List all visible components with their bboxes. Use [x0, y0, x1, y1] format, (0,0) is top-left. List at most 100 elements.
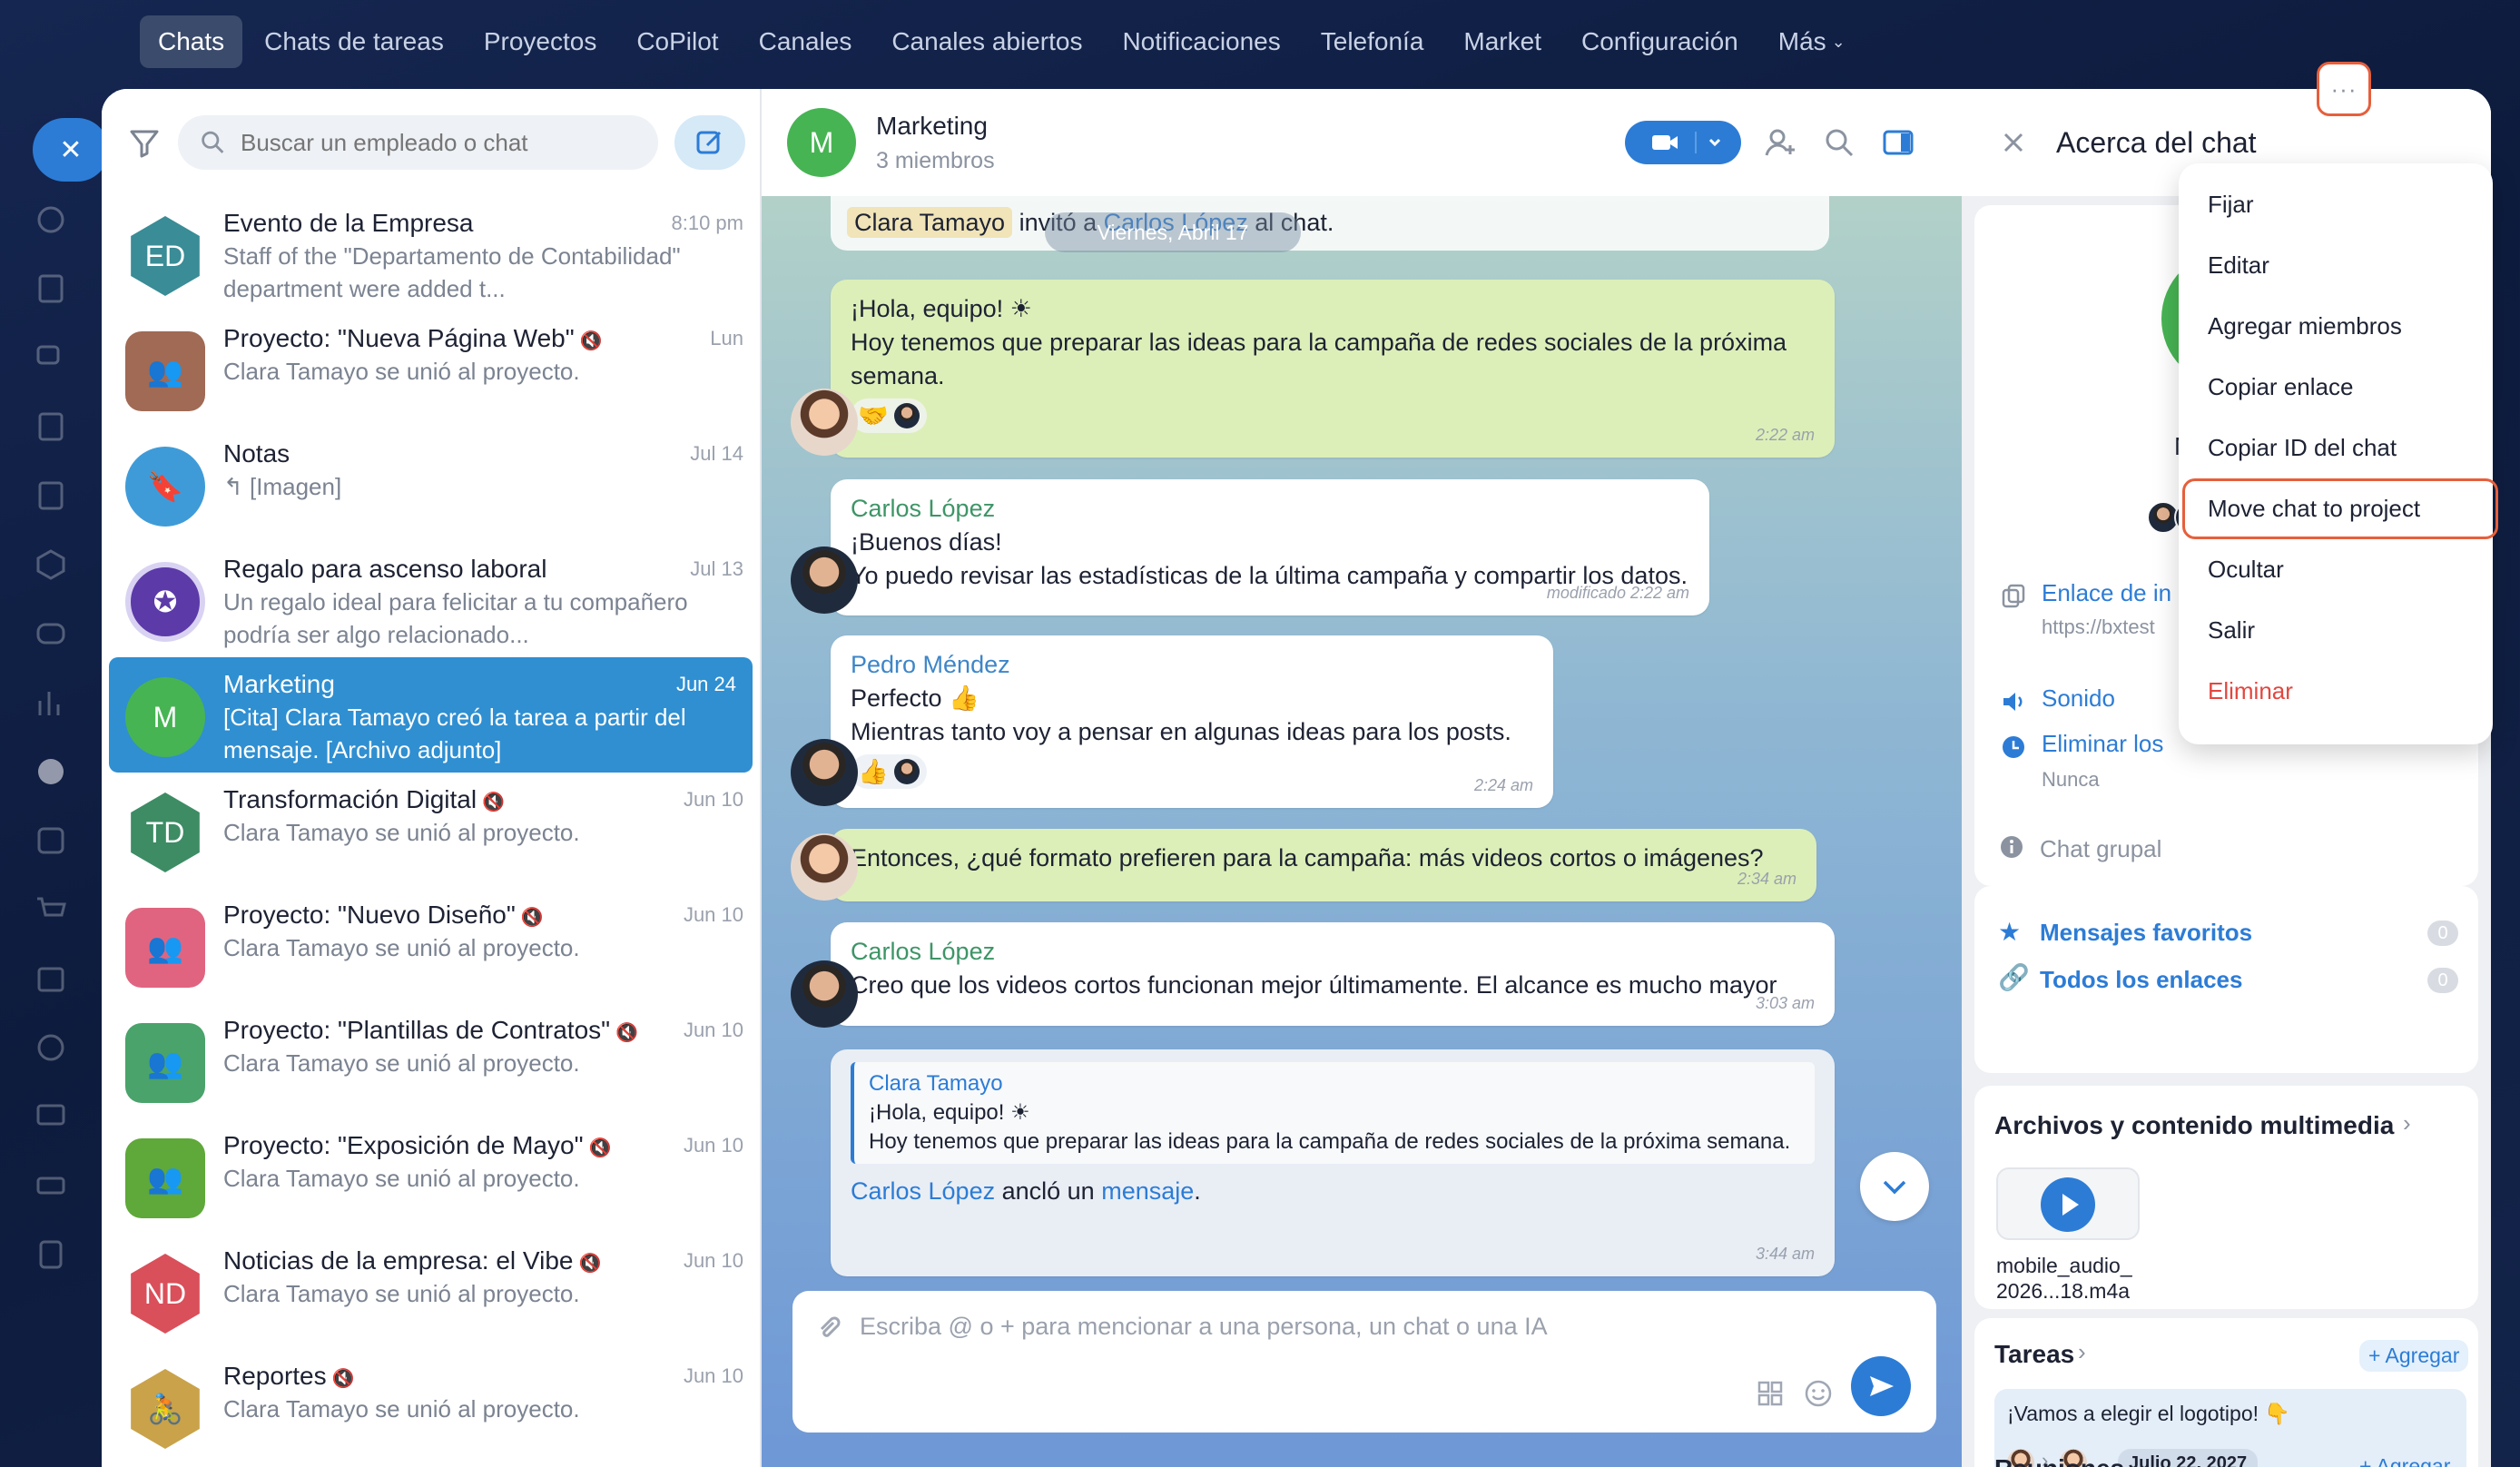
rail-icon-14[interactable]: [33, 1098, 69, 1135]
rail-icon-7[interactable]: [33, 615, 69, 652]
rail-icon-6[interactable]: [33, 546, 69, 583]
menu-item-hide[interactable]: Ocultar: [2179, 539, 2493, 600]
chat-item-regalo[interactable]: ✪ Regalo para ascenso laboral Jul 13 Un r…: [102, 542, 760, 657]
chat-item-notas[interactable]: 🔖 Notas Jul 14 ↰ [Imagen]: [102, 427, 760, 542]
invite-link-url[interactable]: https://bxtest: [2042, 615, 2155, 639]
message-author[interactable]: Pedro Méndez: [851, 648, 1533, 682]
close-icon[interactable]: [2000, 129, 2027, 156]
filter-icon[interactable]: [127, 125, 162, 160]
reactions[interactable]: 👍: [851, 754, 927, 789]
pinned-message-bubble[interactable]: Clara Tamayo ¡Hola, equipo! ☀ Hoy tenemo…: [831, 1049, 1835, 1276]
rail-icon-13[interactable]: [33, 1029, 69, 1066]
message-bubble[interactable]: ¡Hola, equipo! ☀ Hoy tenemos que prepara…: [831, 280, 1835, 458]
conversation-title[interactable]: Marketing: [876, 112, 995, 141]
chat-item-marketing[interactable]: M Marketing Jun 24 [Cita] Clara Tamayo cr…: [109, 657, 753, 773]
rail-icon-15[interactable]: [33, 1167, 69, 1204]
rail-icon-9[interactable]: [33, 753, 69, 790]
chevron-right-icon[interactable]: ›: [2403, 1109, 2411, 1137]
menu-item-copy-link[interactable]: Copiar enlace: [2179, 357, 2493, 418]
nav-market[interactable]: Market: [1445, 15, 1560, 68]
favorites-link[interactable]: Mensajes favoritos: [2040, 919, 2252, 947]
sender-avatar[interactable]: [791, 960, 858, 1028]
system-user[interactable]: Clara Tamayo: [847, 207, 1013, 238]
chat-item-plantillas[interactable]: 👥 Proyecto: "Plantillas de Contratos" 🔇 Ju…: [102, 1003, 760, 1118]
sender-avatar[interactable]: [791, 739, 858, 806]
add-task-button[interactable]: + Agregar: [2359, 1340, 2469, 1372]
rail-icon-3[interactable]: [33, 340, 69, 376]
nav-channels[interactable]: Canales: [741, 15, 871, 68]
auto-delete-label[interactable]: Eliminar los: [2042, 730, 2163, 758]
scroll-down-button[interactable]: [1860, 1152, 1929, 1221]
conversation-members[interactable]: 3 miembros: [876, 148, 995, 174]
menu-item-add-members[interactable]: Agregar miembros: [2179, 296, 2493, 357]
chat-item-reportes[interactable]: 🚴 Reportes 🔇 Jun 10 Clara Tamayo se unió a…: [102, 1349, 760, 1464]
chat-item-exposicion[interactable]: 👥 Proyecto: "Exposición de Mayo" 🔇 Jun 10 …: [102, 1118, 760, 1234]
chat-item-evento[interactable]: ED Evento de la Empresa 8:10 pm Staff of …: [102, 196, 760, 311]
nav-chats[interactable]: Chats: [140, 15, 243, 68]
menu-item-leave[interactable]: Salir: [2179, 600, 2493, 661]
message-bubble[interactable]: Pedro Méndez Perfecto 👍 Mientras tanto v…: [831, 635, 1553, 808]
message-author[interactable]: Carlos López: [851, 935, 1815, 969]
chat-avatar[interactable]: M: [787, 108, 856, 177]
pin-message-link[interactable]: mensaje: [1101, 1177, 1194, 1205]
chat-item-transformacion[interactable]: TD Transformación Digital 🔇 Jun 10 Clara T…: [102, 773, 760, 888]
rail-icon-16[interactable]: [33, 1236, 69, 1273]
nav-notifications[interactable]: Notificaciones: [1104, 15, 1298, 68]
add-meeting-button[interactable]: + Agregar: [2359, 1454, 2450, 1467]
more-options-button[interactable]: ···: [2317, 62, 2371, 116]
new-chat-button[interactable]: [674, 115, 745, 170]
media-title[interactable]: Archivos y contenido multimedia: [1994, 1111, 2394, 1140]
video-call-button[interactable]: [1625, 121, 1741, 164]
message-bubble[interactable]: Carlos López Creo que los videos cortos …: [831, 922, 1835, 1026]
sender-avatar[interactable]: [791, 833, 858, 901]
meetings-title[interactable]: Reuniones: [1994, 1454, 2124, 1467]
rail-icon-12[interactable]: [33, 960, 69, 997]
chevron-right-icon[interactable]: ›: [2078, 1338, 2086, 1366]
add-user-icon[interactable]: [1763, 125, 1797, 160]
sound-toggle[interactable]: Sonido: [2042, 684, 2115, 713]
tasks-title[interactable]: Tareas: [1994, 1340, 2074, 1369]
search-icon[interactable]: [1822, 125, 1856, 160]
chat-item-noticias[interactable]: ND Noticias de la empresa: el Vibe 🔇 Jun 1…: [102, 1234, 760, 1349]
rail-icon-10[interactable]: [33, 822, 69, 859]
sidebar-toggle-icon[interactable]: [1881, 125, 1915, 160]
invite-link-label[interactable]: Enlace de in: [2042, 579, 2171, 607]
chat-item-nueva-pagina-web[interactable]: 👥 Proyecto: "Nueva Página Web" 🔇 Lun Clara…: [102, 311, 760, 427]
nav-more[interactable]: Más ⌄: [1760, 15, 1864, 68]
send-button[interactable]: [1851, 1356, 1911, 1416]
emoji-icon[interactable]: [1804, 1379, 1833, 1408]
rail-icon-2[interactable]: [33, 271, 69, 307]
apps-icon[interactable]: [1757, 1380, 1784, 1407]
paperclip-icon[interactable]: [814, 1314, 843, 1344]
rail-icon-1[interactable]: [33, 202, 69, 238]
message-bubble[interactable]: Entonces, ¿qué formato prefieren para la…: [831, 829, 1816, 901]
close-panel-button[interactable]: ✕: [33, 118, 109, 182]
menu-item-pin[interactable]: Fijar: [2179, 174, 2493, 235]
reactions[interactable]: 🤝: [851, 399, 927, 433]
nav-telephony[interactable]: Telefonía: [1303, 15, 1442, 68]
rail-icon-11[interactable]: [33, 891, 69, 928]
menu-item-delete[interactable]: Eliminar: [2179, 661, 2493, 722]
menu-item-move-to-project[interactable]: Move chat to project: [2182, 478, 2498, 539]
pin-user-link[interactable]: Carlos López: [851, 1177, 995, 1205]
nav-projects[interactable]: Proyectos: [466, 15, 615, 68]
nav-copilot[interactable]: CoPilot: [618, 15, 736, 68]
rail-icon-5[interactable]: [33, 478, 69, 514]
audio-file-thumb[interactable]: [1996, 1167, 2140, 1240]
nav-open-channels[interactable]: Canales abiertos: [873, 15, 1100, 68]
nav-task-chats[interactable]: Chats de tareas: [246, 15, 462, 68]
quoted-message[interactable]: Clara Tamayo ¡Hola, equipo! ☀ Hoy tenemo…: [851, 1062, 1815, 1164]
rail-icon-4[interactable]: [33, 409, 69, 445]
sender-avatar[interactable]: [791, 546, 858, 614]
search-box[interactable]: [178, 115, 658, 170]
search-input[interactable]: [241, 128, 636, 157]
sender-avatar[interactable]: [791, 389, 858, 456]
message-author[interactable]: Carlos López: [851, 492, 1689, 526]
rail-icon-8[interactable]: [33, 684, 69, 721]
chat-item-nuevo-diseno[interactable]: 👥 Proyecto: "Nuevo Diseño" 🔇 Jun 10 Clara …: [102, 888, 760, 1003]
nav-settings[interactable]: Configuración: [1563, 15, 1757, 68]
message-input[interactable]: Escriba @ o + para mencionar a una perso…: [792, 1291, 1936, 1433]
message-bubble[interactable]: Carlos López ¡Buenos días! Yo puedo revi…: [831, 479, 1709, 615]
all-links-link[interactable]: Todos los enlaces: [2040, 966, 2242, 994]
menu-item-copy-id[interactable]: Copiar ID del chat: [2179, 418, 2493, 478]
